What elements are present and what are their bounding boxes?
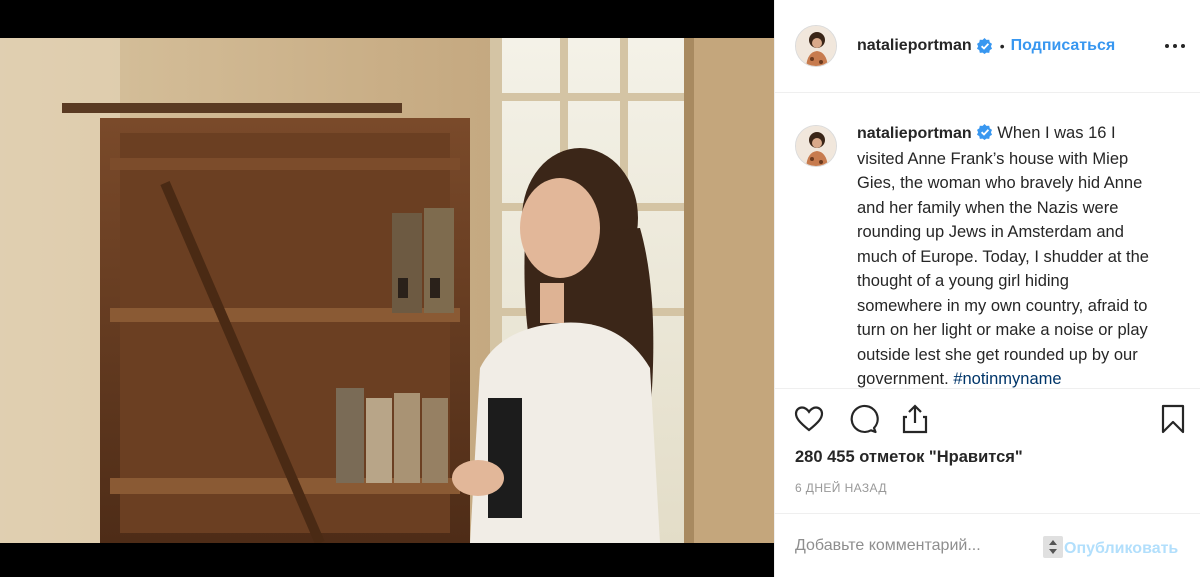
post-media (0, 0, 774, 577)
caption-username-link[interactable]: natalieportman (857, 125, 972, 142)
hashtag-link[interactable]: #notinmyname (953, 370, 1061, 388)
post-timestamp[interactable]: 6 ДНЕЙ НАЗАД (795, 481, 887, 495)
comment-form: Опубликовать (775, 513, 1200, 577)
likes-count[interactable]: 280 455 отметок "Нравится" (795, 448, 1023, 467)
publish-button[interactable]: Опубликовать (1064, 540, 1178, 558)
share-icon[interactable] (899, 403, 931, 435)
caption-text: When I was 16 I visited Anne Frank’s hou… (857, 124, 1149, 388)
avatar[interactable] (795, 25, 837, 67)
username-link[interactable]: natalieportman (857, 37, 972, 55)
textarea-resize-handle[interactable] (1043, 536, 1063, 558)
post-side-panel: natalieportman • Подписаться natalieport… (774, 0, 1200, 577)
post-caption: natalieportman When I was 16 I visited A… (857, 121, 1157, 388)
post-photo[interactable] (0, 38, 774, 543)
bookmark-icon[interactable] (1157, 403, 1189, 435)
caption-avatar[interactable] (795, 125, 837, 167)
separator-dot: • (999, 38, 1005, 54)
follow-button[interactable]: Подписаться (1011, 37, 1116, 55)
comments-area: natalieportman When I was 16 I visited A… (775, 93, 1200, 389)
verified-badge-icon (976, 38, 992, 54)
post-header: natalieportman • Подписаться (775, 0, 1200, 93)
heart-icon[interactable] (793, 403, 825, 435)
action-bar (775, 389, 1200, 445)
comment-icon[interactable] (847, 403, 879, 435)
more-options-icon[interactable] (1163, 36, 1187, 56)
caption-verified-badge-icon (976, 124, 992, 140)
comment-input[interactable] (795, 536, 1025, 555)
